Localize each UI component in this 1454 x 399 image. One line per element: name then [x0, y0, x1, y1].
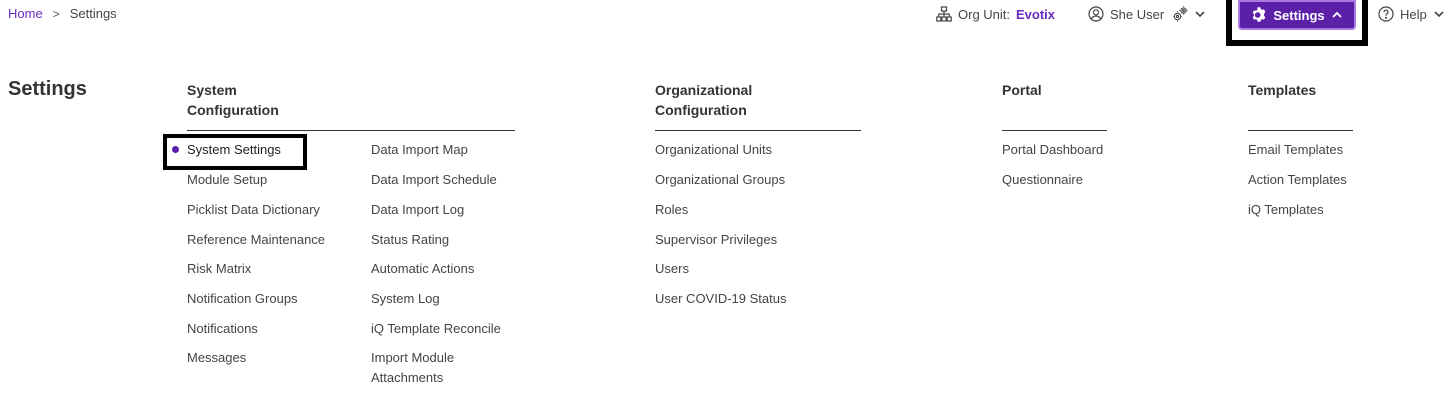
chevron-down-icon — [1194, 8, 1206, 20]
user-avatar-icon — [1088, 6, 1104, 22]
menu-item-notification-groups[interactable]: Notification Groups — [187, 289, 298, 309]
menu-item-questionnaire[interactable]: Questionnaire — [1002, 170, 1083, 190]
chevron-up-icon — [1331, 9, 1343, 21]
menu-item-notifications[interactable]: Notifications — [187, 319, 258, 339]
settings-highlight-frame: Settings — [1226, 0, 1368, 46]
menu-item-messages[interactable]: Messages — [187, 348, 246, 368]
menu-item-system-settings[interactable]: System Settings — [187, 140, 281, 160]
menu-item-risk-matrix[interactable]: Risk Matrix — [187, 259, 251, 279]
settings-gear-icon — [1251, 7, 1267, 23]
heading-line: Configuration — [655, 102, 747, 118]
settings-button[interactable]: Settings — [1238, 0, 1356, 30]
menu-item-supervisor-privileges[interactable]: Supervisor Privileges — [655, 230, 777, 250]
menu-item-import-module-attachments[interactable]: Import Module Attachments — [371, 348, 481, 388]
menu-item-iq-template-reconcile[interactable]: iQ Template Reconcile — [371, 319, 501, 339]
menu-item-roles[interactable]: Roles — [655, 200, 688, 220]
page-title: Settings — [8, 78, 87, 100]
menu-item-iq-templates[interactable]: iQ Templates — [1248, 200, 1324, 220]
user-name: She User — [1110, 6, 1165, 22]
menu-item-data-import-schedule[interactable]: Data Import Schedule — [371, 170, 497, 190]
active-indicator-dot — [172, 146, 179, 153]
menu-item-data-import-map[interactable]: Data Import Map — [371, 140, 468, 160]
menu-item-portal-dashboard[interactable]: Portal Dashboard — [1002, 140, 1103, 160]
breadcrumb-separator: > — [52, 6, 60, 21]
menu-item-users[interactable]: Users — [655, 259, 689, 279]
gears-icon — [1172, 6, 1188, 22]
breadcrumb: Home > Settings — [8, 6, 117, 21]
menu-item-organizational-groups[interactable]: Organizational Groups — [655, 170, 785, 190]
menu-item-automatic-actions[interactable]: Automatic Actions — [371, 259, 474, 279]
menu-item-status-rating[interactable]: Status Rating — [371, 230, 449, 250]
org-hierarchy-icon — [936, 6, 952, 22]
heading-line: System — [187, 82, 237, 98]
heading-line: Configuration — [187, 102, 279, 118]
menu-item-picklist-data-dictionary[interactable]: Picklist Data Dictionary — [187, 200, 320, 220]
menu-item-user-covid-19-status[interactable]: User COVID-19 Status — [655, 289, 787, 309]
user-menu[interactable]: She User — [1088, 6, 1206, 22]
divider — [1002, 130, 1107, 131]
help-circle-icon — [1378, 6, 1394, 22]
help-menu[interactable]: Help — [1378, 6, 1445, 22]
divider — [1248, 130, 1353, 131]
divider — [187, 130, 515, 131]
templates-heading: Templates — [1248, 82, 1317, 98]
menu-item-reference-maintenance[interactable]: Reference Maintenance — [187, 230, 325, 250]
menu-item-action-templates[interactable]: Action Templates — [1248, 170, 1347, 190]
organizational-configuration-heading: Organizational Configuration — [655, 80, 752, 120]
portal-heading: Portal — [1002, 82, 1042, 98]
menu-item-system-log[interactable]: System Log — [371, 289, 440, 309]
chevron-down-icon — [1433, 8, 1445, 20]
menu-item-module-setup[interactable]: Module Setup — [187, 170, 267, 190]
breadcrumb-current: Settings — [69, 6, 117, 21]
menu-item-email-templates[interactable]: Email Templates — [1248, 140, 1343, 160]
help-label: Help — [1400, 6, 1427, 22]
org-unit-label: Org Unit: — [958, 6, 1011, 22]
menu-item-data-import-log[interactable]: Data Import Log — [371, 200, 464, 220]
heading-line: Organizational — [655, 82, 753, 98]
menu-item-organizational-units[interactable]: Organizational Units — [655, 140, 772, 160]
breadcrumb-home-link[interactable]: Home — [8, 6, 43, 21]
divider — [655, 130, 861, 131]
system-configuration-heading: System Configuration — [187, 80, 279, 120]
org-unit-selector[interactable]: Org Unit: Evotix — [936, 6, 1055, 22]
settings-button-label: Settings — [1273, 7, 1325, 23]
org-unit-value: Evotix — [1016, 6, 1056, 22]
